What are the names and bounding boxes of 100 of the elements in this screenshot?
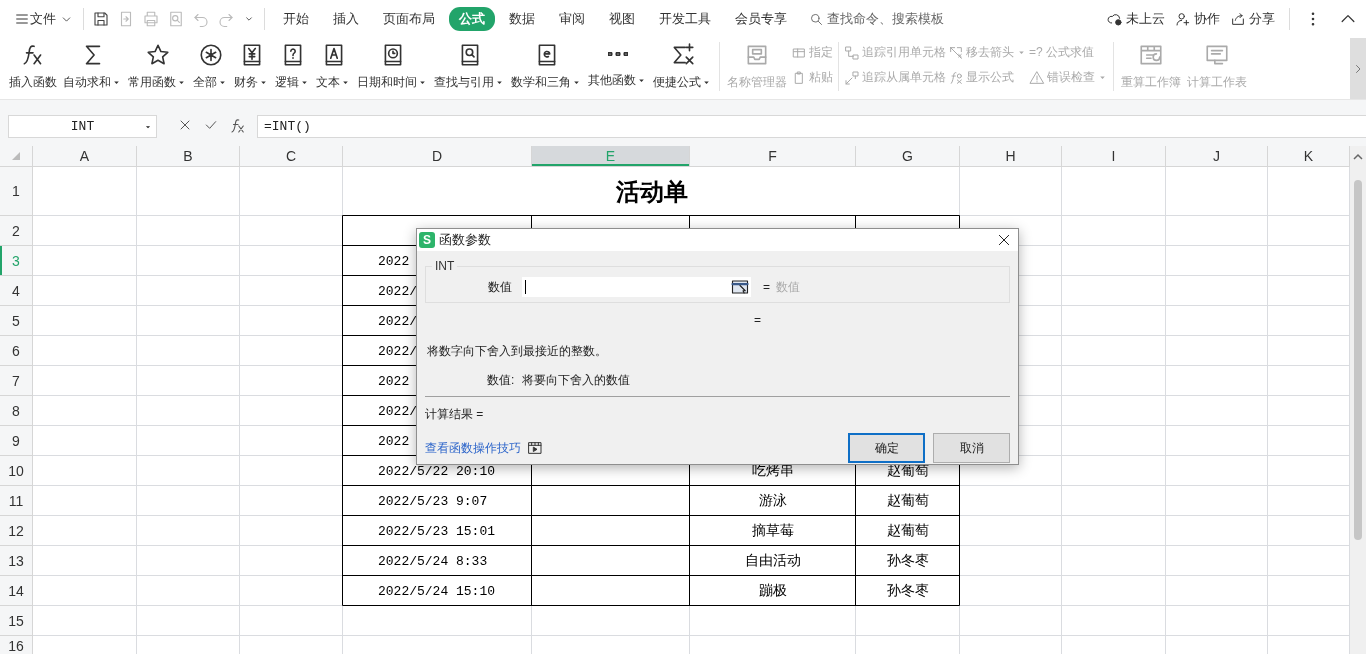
row-header[interactable]: 13 <box>0 546 33 576</box>
share-button[interactable]: 分享 <box>1230 10 1275 28</box>
table-cell: 赵葡萄 <box>887 492 929 510</box>
column-header[interactable]: I <box>1062 146 1166 167</box>
ribbon-button[interactable]: 数学和三角 <box>508 40 585 91</box>
row-header[interactable]: 15 <box>0 606 33 636</box>
dialog-title: 函数参数 <box>439 231 491 249</box>
share-icon <box>1230 11 1246 27</box>
argument-label: 数值 <box>487 278 513 296</box>
column-header[interactable]: C <box>240 146 343 167</box>
vertical-scrollbar[interactable] <box>1350 146 1366 654</box>
cloud-icon <box>1107 11 1123 27</box>
table-cell: 2022/5/24 8:33 <box>378 553 488 569</box>
row-header[interactable]: 5 <box>0 306 33 336</box>
close-icon[interactable] <box>996 232 1012 248</box>
row-header[interactable]: 6 <box>0 336 33 366</box>
formula-result: = <box>754 313 761 327</box>
row-header[interactable]: 8 <box>0 396 33 426</box>
table-cell: 2022 <box>378 253 410 269</box>
user-plus-icon <box>1175 11 1191 27</box>
user-plus-button[interactable]: 协作 <box>1175 10 1220 28</box>
column-header[interactable]: K <box>1268 146 1350 167</box>
menu-icon[interactable] <box>14 11 30 27</box>
table-cell: 2022/ <box>378 283 417 299</box>
ribbon-tab[interactable]: 开发工具 <box>649 7 721 31</box>
argument-result: 数值 <box>776 278 800 296</box>
row-header[interactable]: 2 <box>0 216 33 246</box>
ribbon-button[interactable]: 常用函数 <box>125 40 190 91</box>
column-header[interactable]: A <box>33 146 137 167</box>
select-all-corner[interactable] <box>0 146 33 167</box>
table-cell: 2022 <box>378 373 410 389</box>
ribbon-tab[interactable]: 页面布局 <box>373 7 445 31</box>
range-select-icon[interactable] <box>731 278 749 296</box>
ribbon-tab[interactable]: 插入 <box>323 7 369 31</box>
row-header[interactable]: 7 <box>0 366 33 396</box>
linked-boxes-icon <box>844 44 860 61</box>
argument-field[interactable] <box>522 277 751 297</box>
tips-link[interactable]: 查看函数操作技巧 <box>425 439 521 457</box>
row-header[interactable]: 1 <box>0 167 33 216</box>
dots-icon <box>607 52 628 56</box>
row-header[interactable]: 4 <box>0 276 33 306</box>
dialog-button[interactable]: 确定 <box>848 433 925 463</box>
table-cell: 赵葡萄 <box>887 462 929 480</box>
table-cell: 2022 <box>378 433 410 449</box>
ribbon-tab[interactable]: 视图 <box>599 7 645 31</box>
ribbon-tab[interactable]: 开始 <box>273 7 319 31</box>
table-cell: 赵葡萄 <box>887 522 929 540</box>
parameter-label: 数值: <box>487 372 515 389</box>
dialog-button[interactable]: 取消 <box>933 433 1010 463</box>
ribbon-button[interactable]: 日期和时间 <box>354 40 431 91</box>
column-header[interactable]: B <box>137 146 240 167</box>
column-header[interactable]: J <box>1166 146 1268 167</box>
row-header[interactable]: 12 <box>0 516 33 546</box>
ribbon-button[interactable]: 逻辑 <box>272 40 313 91</box>
search-field[interactable]: 查找命令、搜索模板 <box>809 10 944 28</box>
table-cell: 2022/ <box>378 343 417 359</box>
asterisk-circle-icon <box>197 42 224 68</box>
table-cell: 游泳 <box>759 492 787 510</box>
ribbon-button[interactable]: 财务 <box>231 40 272 91</box>
video-icon[interactable] <box>527 440 543 456</box>
file-menu[interactable]: 文件 <box>30 10 73 28</box>
column-header[interactable]: D <box>343 146 532 167</box>
equals-sign: = <box>763 280 770 294</box>
parameter-help: 将要向下舍入的数值 <box>522 372 631 389</box>
column-header[interactable]: F <box>690 146 856 167</box>
warning-icon <box>1029 69 1045 86</box>
ribbon-button[interactable]: 其他函数 <box>585 40 650 89</box>
ribbon-button[interactable]: 便捷公式 <box>650 40 715 91</box>
calculation-result: 计算结果 = <box>425 406 485 423</box>
table-cell: 2022/5/24 15:10 <box>378 583 496 599</box>
sheet-title: 活动单 <box>614 177 689 207</box>
ribbon-button[interactable]: 文本 <box>313 40 354 91</box>
save-icon[interactable] <box>92 10 110 28</box>
table-cell: 2022/5/22 20:10 <box>378 463 496 479</box>
cloud-button[interactable]: 未上云 <box>1107 10 1165 28</box>
name-box[interactable]: INT <box>8 114 157 138</box>
column-header[interactable]: G <box>856 146 960 167</box>
ribbon-tab[interactable]: 会员专享 <box>725 7 797 31</box>
row-header[interactable]: 9 <box>0 426 33 456</box>
table-cell: 吃烤串 <box>752 462 794 480</box>
table-cell: 摘草莓 <box>752 522 794 540</box>
ribbon-button[interactable]: 查找与引用 <box>431 40 508 91</box>
corner-triangle-icon <box>10 150 22 162</box>
formula-input[interactable]: =INT() <box>257 114 1366 138</box>
row-header[interactable]: 16 <box>0 636 33 654</box>
column-header[interactable]: H <box>960 146 1062 167</box>
ribbon-button[interactable]: 自动求和 <box>60 40 125 91</box>
linked-boxes-arrow-icon <box>844 69 860 86</box>
ribbon-tab[interactable]: 数据 <box>499 7 545 31</box>
function-icon[interactable] <box>229 117 247 135</box>
table-cell: 2022/5/23 15:01 <box>378 523 496 539</box>
ribbon-tab[interactable]: 审阅 <box>549 7 595 31</box>
row-header[interactable]: 11 <box>0 486 33 516</box>
row-header[interactable]: 14 <box>0 576 33 606</box>
ribbon-button[interactable]: 全部 <box>190 40 231 91</box>
row-header[interactable]: 10 <box>0 456 33 486</box>
ribbon-button[interactable]: 插入函数 <box>6 40 60 91</box>
table-cell: 自由活动 <box>745 552 801 570</box>
table-cell: 孙冬枣 <box>887 582 929 600</box>
formula-eye-icon <box>948 69 964 86</box>
